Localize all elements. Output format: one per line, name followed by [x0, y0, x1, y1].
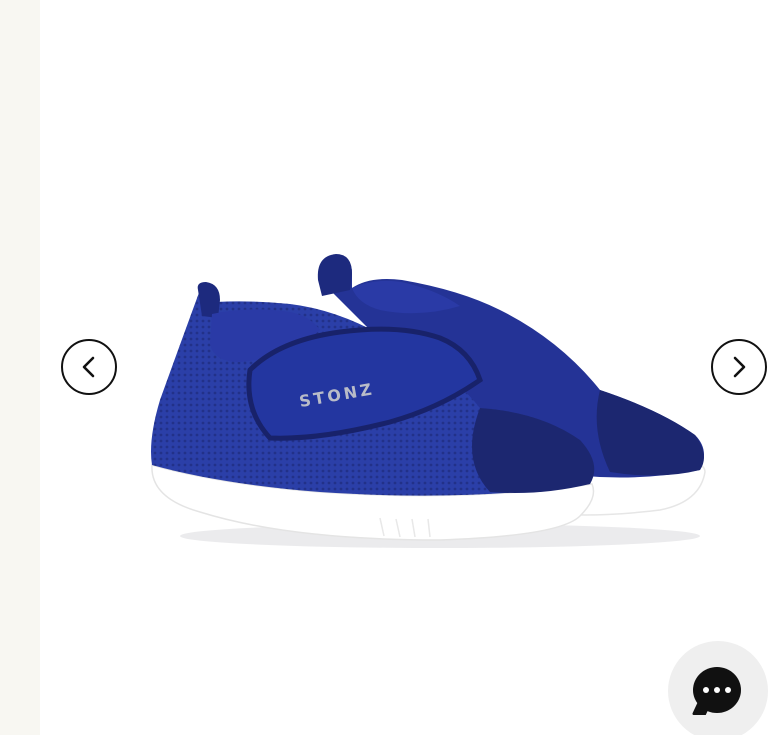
previous-image-button[interactable]	[61, 339, 117, 395]
chat-widget-button[interactable]	[668, 641, 768, 735]
chat-dot	[725, 687, 731, 693]
next-image-button[interactable]	[711, 339, 767, 395]
product-page: STONZ	[0, 0, 768, 735]
chat-bubble-tail	[691, 701, 713, 715]
chat-dot	[714, 687, 720, 693]
back-heel-tab	[317, 254, 352, 296]
product-image-gallery: STONZ	[40, 0, 768, 735]
product-image: STONZ	[151, 254, 706, 548]
chat-bubble-icon	[691, 667, 741, 715]
chat-dot	[703, 687, 709, 693]
chevron-right-icon	[733, 356, 746, 378]
back-shoe-toe	[596, 390, 704, 476]
left-sidebar-strip	[0, 0, 40, 735]
chevron-left-icon	[82, 356, 95, 378]
